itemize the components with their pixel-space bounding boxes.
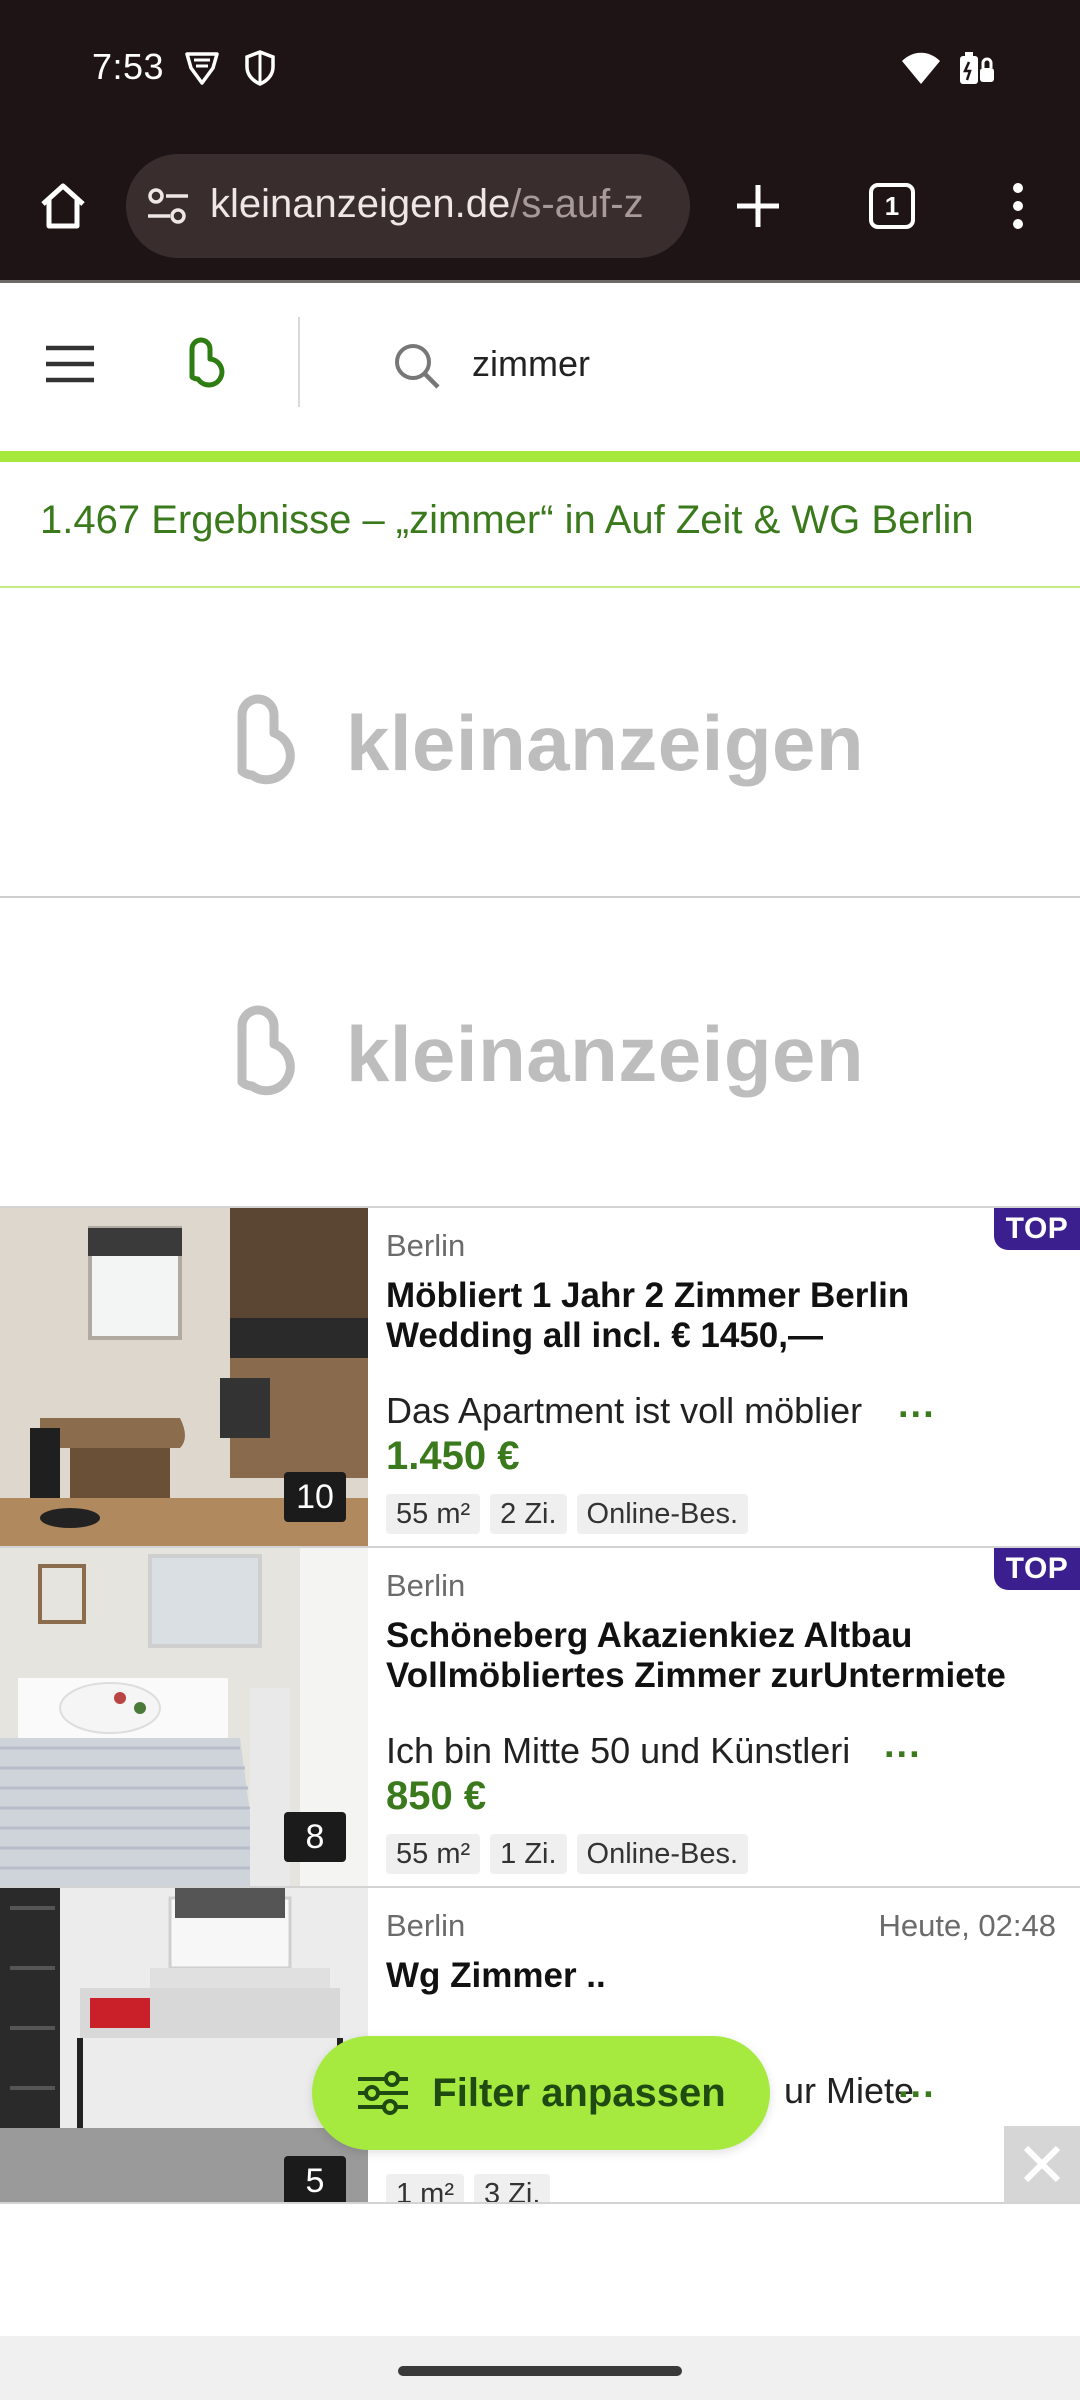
tag-rooms: 3 Zi. [474,2174,551,2204]
image-count-badge: 5 [284,2156,346,2204]
kleinanzeigen-logo-icon [237,694,295,785]
sliders-icon [358,2071,409,2115]
tag-online-viewing: Online-Bes. [576,1494,749,1534]
gesture-handle[interactable] [398,2366,682,2376]
listing-title[interactable]: Möbliert 1 Jahr 2 Zimmer Berlin Wedding … [386,1276,1046,1356]
listing-title[interactable]: Schöneberg Akazienkiez Altbau Vollmöblie… [386,1616,1046,1696]
tab-switcher-icon: 1 [869,183,915,229]
tag-size: 55 m² [386,1834,481,1874]
browser-toolbar: kleinanzeigen.de/s-auf-z 1 [0,136,1080,280]
url-text: kleinanzeigen.de/s-auf-z [210,182,644,227]
tab-switcher-button[interactable]: 1 [856,170,928,242]
listing-tags: 1 m² 3 Zi. [386,2174,551,2204]
new-tab-button[interactable] [722,170,794,242]
ad-close-button[interactable] [1004,2126,1080,2202]
listing-image[interactable]: 8 [0,1548,368,1886]
listing-location: Berlin [386,1228,466,1263]
search-input[interactable]: zimmer [472,343,590,385]
tag-rooms: 1 Zi. [490,1834,567,1874]
top-badge: TOP [994,1548,1080,1590]
list-divider [0,2202,1080,2204]
listing-date: Heute, 02:48 [878,1908,1056,1943]
ad-placeholder[interactable]: kleinanzeigen [0,900,1080,1208]
listing-item[interactable]: 10 Berlin TOP Möbliert 1 Jahr 2 Zimmer B… [0,1206,1080,1546]
tag-size: 55 m² [386,1494,481,1534]
listing-price: 1.450 € [386,1434,520,1478]
listing-location: Berlin [386,1568,466,1603]
tag-online-viewing: Online-Bes. [576,1834,749,1874]
listing-image[interactable]: 5 [0,1888,368,2204]
browser-menu-button[interactable] [982,170,1054,242]
more-vert-icon [1013,183,1023,229]
ad-brand-text: kleinanzeigen [346,698,864,787]
top-badge: TOP [994,1208,1080,1250]
kleinanzeigen-logo-icon [237,1005,295,1096]
close-icon [1023,2145,1061,2183]
listing-location: Berlin [386,1908,466,1943]
kleinanzeigen-logo-icon[interactable] [176,335,232,393]
image-count-badge: 10 [284,1472,346,1522]
listing-description: Das Apartment ist voll möblier [386,1390,863,1431]
listing-item[interactable]: 8 Berlin TOP Schöneberg Akazienkiez Altb… [0,1546,1080,1886]
listing-description: Ich bin Mitte 50 und Künstleri [386,1730,851,1771]
tag-rooms: 2 Zi. [490,1494,567,1534]
url-bar[interactable]: kleinanzeigen.de/s-auf-z [126,154,690,258]
status-bar: 7:53 [0,0,1080,136]
listing-price: 850 € [386,1774,487,1818]
header-divider [298,317,300,407]
vpn-shield-icon [185,52,219,85]
url-path: /s-auf-z [510,182,644,226]
results-count-text: 1.467 Ergebnisse – „zimmer“ in Auf Zeit … [40,498,974,542]
results-heading: 1.467 Ergebnisse – „zimmer“ in Auf Zeit … [0,462,1080,588]
listing-image[interactable]: 10 [0,1208,368,1546]
more-link[interactable]: ... [898,1384,936,1427]
more-link[interactable]: ... [898,2064,936,2107]
header-accent-bar [0,451,1080,462]
menu-icon[interactable] [44,344,96,384]
site-settings-icon[interactable] [146,186,190,226]
image-count-badge: 8 [284,1812,346,1862]
ad-brand-text: kleinanzeigen [346,1009,864,1098]
more-link[interactable]: ... [884,1724,922,1767]
filter-button-label: Filter anpassen [432,2070,726,2115]
clock: 7:53 [92,46,165,87]
filter-button[interactable]: Filter anpassen [312,2036,770,2150]
tag-size: 1 m² [386,2174,464,2204]
shield-icon [245,50,275,86]
home-icon [41,183,85,229]
listing-tags: 55 m² 2 Zi. Online-Bes. [386,1494,749,1534]
site-header: zimmer [0,283,1080,451]
new-tab-plus-icon [737,185,779,227]
search-icon[interactable] [392,341,442,391]
home-button[interactable] [27,170,99,242]
url-host: kleinanzeigen.de [210,182,511,226]
battery-icon [960,52,994,84]
listing-tags: 55 m² 1 Zi. Online-Bes. [386,1834,749,1874]
listing-title[interactable]: Wg Zimmer .. [386,1956,1046,1996]
wifi-icon [902,52,940,84]
ad-placeholder[interactable]: kleinanzeigen [0,590,1080,898]
